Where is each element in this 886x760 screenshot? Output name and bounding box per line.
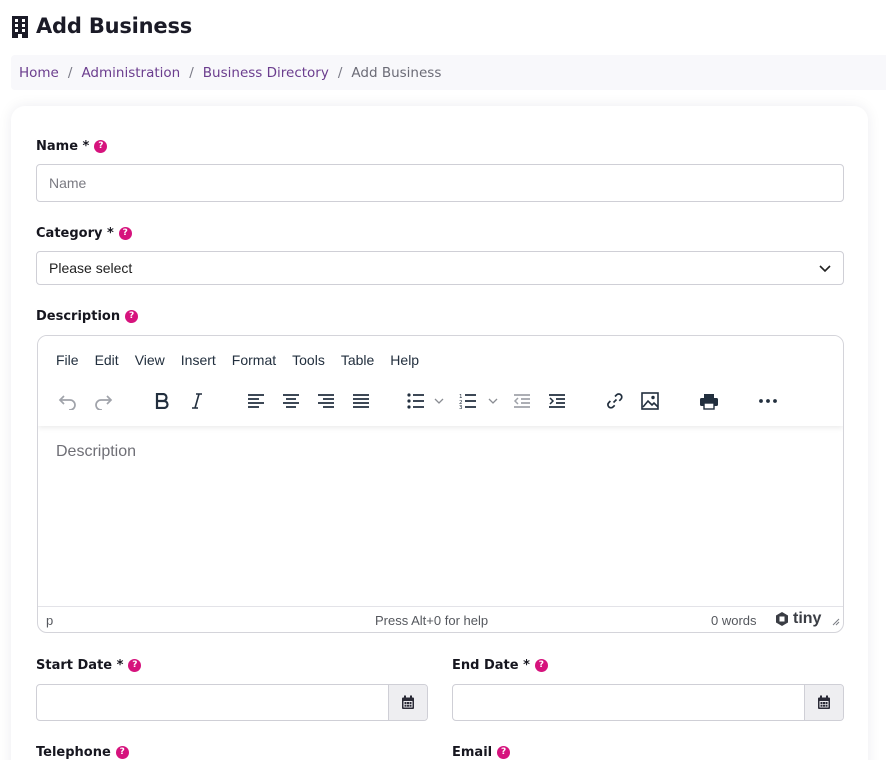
chevron-down-icon	[819, 260, 831, 276]
breadcrumb-administration[interactable]: Administration	[81, 65, 180, 81]
telephone-label-text: Telephone	[36, 745, 111, 760]
align-left-icon[interactable]	[243, 386, 269, 416]
tiny-logo[interactable]: tiny	[774, 610, 821, 628]
rich-text-editor: File Edit View Insert Format Tools Table…	[37, 335, 844, 633]
align-justify-icon[interactable]	[348, 386, 374, 416]
outdent-icon[interactable]	[509, 386, 535, 416]
editor-content[interactable]: Description	[38, 426, 843, 608]
more-icon[interactable]	[755, 386, 781, 416]
page-header: Add Business	[11, 12, 192, 40]
category-select[interactable]: Please select	[36, 251, 844, 285]
breadcrumb-home[interactable]: Home	[19, 65, 59, 81]
help-hint: Press Alt+0 for help	[375, 613, 489, 628]
tiny-logo-text: tiny	[793, 610, 822, 627]
start-date-label: Start Date * ?	[36, 658, 142, 673]
menu-tools[interactable]: Tools	[284, 348, 333, 372]
help-icon[interactable]: ?	[125, 310, 139, 323]
help-icon[interactable]: ?	[94, 140, 108, 153]
name-input[interactable]	[36, 164, 844, 202]
description-label-text: Description	[36, 309, 121, 324]
start-date-input[interactable]	[37, 685, 390, 720]
help-icon[interactable]: ?	[128, 659, 142, 672]
editor-placeholder: Description	[56, 443, 137, 460]
breadcrumb: Home / Administration / Business Directo…	[11, 55, 886, 90]
element-path[interactable]: p	[46, 613, 53, 628]
breadcrumb-separator: /	[67, 64, 73, 81]
help-icon[interactable]: ?	[534, 659, 548, 672]
image-icon[interactable]	[637, 386, 663, 416]
menu-insert[interactable]: Insert	[173, 348, 224, 372]
menu-file[interactable]: File	[48, 348, 87, 372]
editor-statusbar: p Press Alt+0 for help 0 words tiny	[38, 606, 843, 632]
breadcrumb-business-directory[interactable]: Business Directory	[203, 65, 329, 81]
numbered-list-icon[interactable]: 123	[458, 386, 500, 416]
name-label: Name * ?	[36, 139, 108, 154]
start-date-field	[36, 684, 428, 721]
end-date-label-text: End Date *	[452, 658, 530, 673]
category-label: Category * ?	[36, 226, 132, 241]
menu-format[interactable]: Format	[224, 348, 284, 372]
svg-text:3: 3	[459, 405, 463, 409]
breadcrumb-separator: /	[189, 64, 194, 81]
breadcrumb-separator: /	[337, 64, 343, 81]
description-label: Description ?	[36, 309, 139, 324]
print-icon[interactable]	[696, 386, 722, 416]
menu-table[interactable]: Table	[333, 348, 382, 372]
end-date-field	[452, 684, 844, 721]
category-label-text: Category *	[36, 226, 114, 241]
category-selected-value: Please select	[49, 260, 133, 276]
align-right-icon[interactable]	[313, 386, 339, 416]
calendar-icon	[818, 695, 830, 709]
email-label: Email ?	[452, 745, 511, 760]
menu-view[interactable]: View	[127, 348, 173, 372]
bullet-list-icon[interactable]	[406, 386, 446, 416]
end-date-input[interactable]	[453, 685, 806, 720]
tiny-logo-icon	[776, 612, 788, 626]
help-icon[interactable]: ?	[118, 227, 132, 240]
editor-header: File Edit View Insert Format Tools Table…	[38, 336, 843, 426]
redo-icon[interactable]	[90, 386, 116, 416]
editor-menubar: File Edit View Insert Format Tools Table…	[48, 348, 427, 372]
help-icon[interactable]: ?	[497, 746, 511, 759]
editor-toolbar: 123	[38, 386, 843, 416]
menu-edit[interactable]: Edit	[87, 348, 127, 372]
name-label-text: Name *	[36, 139, 90, 154]
link-icon[interactable]	[602, 386, 628, 416]
end-date-label: End Date * ?	[452, 658, 548, 673]
email-label-text: Email	[452, 745, 493, 760]
undo-icon[interactable]	[55, 386, 81, 416]
help-icon[interactable]: ?	[115, 746, 129, 759]
indent-icon[interactable]	[544, 386, 570, 416]
page-title: Add Business	[36, 14, 193, 38]
italic-icon[interactable]	[184, 386, 210, 416]
breadcrumb-current: Add Business	[351, 64, 442, 81]
building-icon	[11, 15, 29, 38]
calendar-icon	[402, 695, 414, 709]
align-center-icon[interactable]	[278, 386, 304, 416]
end-date-picker-button[interactable]	[804, 685, 843, 720]
menu-help[interactable]: Help	[382, 348, 427, 372]
word-count[interactable]: 0 words	[711, 613, 757, 628]
resize-handle-icon[interactable]	[832, 614, 840, 629]
start-date-label-text: Start Date *	[36, 658, 124, 673]
telephone-label: Telephone ?	[36, 745, 129, 760]
start-date-picker-button[interactable]	[388, 685, 427, 720]
bold-icon[interactable]	[149, 386, 175, 416]
